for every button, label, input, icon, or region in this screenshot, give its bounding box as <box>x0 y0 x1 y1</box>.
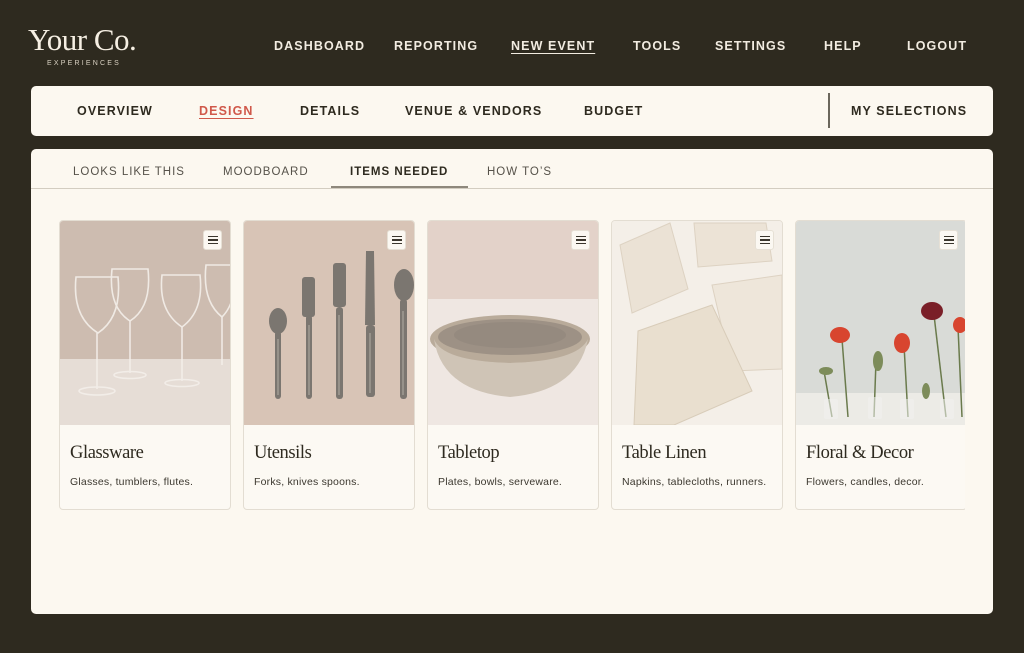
card-title: Utensils <box>254 443 312 463</box>
nav-dashboard[interactable]: DASHBOARD <box>274 38 365 54</box>
utensils-image <box>244 221 414 425</box>
list-icon[interactable] <box>387 230 406 250</box>
nav-tools[interactable]: TOOLS <box>633 38 681 54</box>
subtab-bar: LOOKS LIKE THIS MOODBOARD ITEMS NEEDED H… <box>31 149 993 189</box>
list-icon[interactable] <box>571 230 590 250</box>
brand-tagline: EXPERIENCES <box>47 60 121 67</box>
section-tab-bar: OVERVIEW DESIGN DETAILS VENUE & VENDORS … <box>31 86 993 136</box>
brand-name: Your Co. <box>28 22 137 57</box>
list-icon[interactable] <box>939 230 958 250</box>
card-description: Forks, knives spoons. <box>254 476 360 488</box>
item-card-floral-decor[interactable]: Floral & Decor Flowers, candles, decor. <box>795 220 965 510</box>
glassware-image <box>60 221 230 425</box>
card-title: Table Linen <box>622 443 707 463</box>
subtab-active-indicator <box>331 186 468 188</box>
card-title: Tabletop <box>438 443 500 463</box>
card-description: Plates, bowls, serveware. <box>438 476 563 488</box>
floral-decor-image <box>796 221 965 425</box>
item-card-tabletop[interactable]: Tabletop Plates, bowls, serveware. <box>427 220 599 510</box>
tab-venue-vendors[interactable]: VENUE & VENDORS <box>405 103 542 119</box>
item-card-utensils[interactable]: Utensils Forks, knives spoons. <box>243 220 415 510</box>
list-icon[interactable] <box>755 230 774 250</box>
tab-details[interactable]: DETAILS <box>300 103 360 119</box>
subtab-moodboard[interactable]: MOODBOARD <box>223 165 309 179</box>
nav-new-event[interactable]: NEW EVENT <box>511 38 595 54</box>
card-description: Flowers, candles, decor. <box>806 476 925 488</box>
item-card-table-linen[interactable]: Table Linen Napkins, tablecloths, runner… <box>611 220 783 510</box>
tab-overview[interactable]: OVERVIEW <box>77 103 153 119</box>
nav-logout[interactable]: LOGOUT <box>907 38 967 54</box>
card-title: Glassware <box>70 443 144 463</box>
nav-reporting[interactable]: REPORTING <box>394 38 478 54</box>
items-card-grid: Glassware Glasses, tumblers, flutes. Ute… <box>59 220 965 512</box>
nav-settings[interactable]: SETTINGS <box>715 38 786 54</box>
table-linen-image <box>612 221 782 425</box>
subtab-how-tos[interactable]: HOW TO’S <box>487 165 552 179</box>
card-title: Floral & Decor <box>806 443 914 463</box>
list-icon[interactable] <box>203 230 222 250</box>
tab-design[interactable]: DESIGN <box>199 103 254 119</box>
subtab-looks-like-this[interactable]: LOOKS LIKE THIS <box>73 165 185 179</box>
my-selections-button[interactable]: MY SELECTIONS <box>851 103 967 119</box>
item-card-glassware[interactable]: Glassware Glasses, tumblers, flutes. <box>59 220 231 510</box>
tab-divider <box>828 93 830 128</box>
brand-logo[interactable]: Your Co. EXPERIENCES <box>28 22 137 67</box>
content-panel: LOOKS LIKE THIS MOODBOARD ITEMS NEEDED H… <box>31 149 993 614</box>
tab-budget[interactable]: BUDGET <box>584 103 643 119</box>
tabletop-image <box>428 221 598 425</box>
card-description: Glasses, tumblers, flutes. <box>70 476 194 488</box>
nav-help[interactable]: HELP <box>824 38 862 54</box>
subtab-items-needed[interactable]: ITEMS NEEDED <box>350 165 448 179</box>
card-description: Napkins, tablecloths, runners. <box>622 476 767 488</box>
